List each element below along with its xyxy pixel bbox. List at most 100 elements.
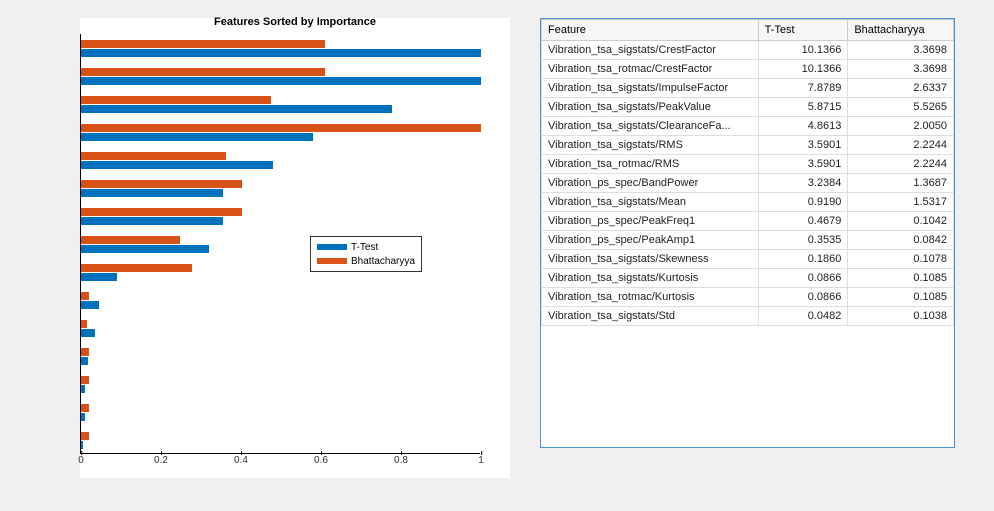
bar-ttest [81,273,117,281]
bar-ttest [81,329,95,337]
bar-bhatt [81,264,192,272]
cell-ttest: 3.2384 [758,174,848,193]
bar-ttest [81,301,99,309]
legend-label-ttest: T-Test [351,242,378,253]
table-row[interactable]: Vibration_tsa_sigstats/ClearanceFa...4.8… [542,117,954,136]
x-axis-ticks: 00.20.40.60.81 [81,455,480,469]
bar-ttest [81,245,209,253]
x-tick-label: 0.4 [234,455,248,466]
cell-feature: Vibration_tsa_sigstats/ClearanceFa... [542,117,759,136]
table-row[interactable]: Vibration_ps_spec/BandPower3.23841.3687 [542,174,954,193]
chart-legend: T-Test Bhattacharyya [310,236,422,272]
cell-ttest: 0.0866 [758,269,848,288]
table-row[interactable]: Vibration_ps_spec/PeakFreq10.46790.1042 [542,212,954,231]
cell-ttest: 0.3535 [758,231,848,250]
table-row[interactable]: Vibration_tsa_sigstats/Mean0.91901.5317 [542,193,954,212]
bar-ttest [81,385,85,393]
bar-bhatt [81,376,89,384]
cell-bhatt: 1.5317 [848,193,954,212]
bar-bhatt [81,96,271,104]
col-header-feature[interactable]: Feature [542,20,759,41]
bar-bhatt [81,124,481,132]
cell-ttest: 10.1366 [758,60,848,79]
cell-bhatt: 0.1038 [848,307,954,326]
x-tick-label: 0.8 [394,455,408,466]
cell-ttest: 0.1860 [758,250,848,269]
cell-bhatt: 0.0842 [848,231,954,250]
x-tick-label: 0 [78,455,84,466]
x-tick-label: 1 [478,455,484,466]
cell-ttest: 0.9190 [758,193,848,212]
bar-ttest [81,217,223,225]
cell-ttest: 3.5901 [758,136,848,155]
cell-bhatt: 0.1085 [848,269,954,288]
table-row[interactable]: Vibration_tsa_sigstats/Std0.04820.1038 [542,307,954,326]
table-row[interactable]: Vibration_tsa_sigstats/Skewness0.18600.1… [542,250,954,269]
bar-bhatt [81,236,180,244]
chart-panel: Features Sorted by Importance 00.20.40.6… [80,18,510,478]
cell-bhatt: 3.3698 [848,60,954,79]
col-header-bhatt[interactable]: Bhattacharyya [848,20,954,41]
cell-bhatt: 2.2244 [848,155,954,174]
cell-ttest: 0.0482 [758,307,848,326]
legend-label-bhatt: Bhattacharyya [351,256,415,267]
cell-feature: Vibration_tsa_sigstats/Skewness [542,250,759,269]
bar-bhatt [81,404,89,412]
cell-feature: Vibration_tsa_sigstats/ImpulseFactor [542,79,759,98]
cell-ttest: 3.5901 [758,155,848,174]
cell-feature: Vibration_tsa_sigstats/RMS [542,136,759,155]
cell-feature: Vibration_ps_spec/PeakAmp1 [542,231,759,250]
cell-bhatt: 2.6337 [848,79,954,98]
cell-feature: Vibration_tsa_sigstats/Mean [542,193,759,212]
table-row[interactable]: Vibration_tsa_sigstats/ImpulseFactor7.87… [542,79,954,98]
cell-ttest: 0.4679 [758,212,848,231]
cell-bhatt: 0.1085 [848,288,954,307]
cell-ttest: 7.8789 [758,79,848,98]
cell-ttest: 5.8715 [758,98,848,117]
cell-feature: Vibration_tsa_sigstats/Std [542,307,759,326]
x-tick-label: 0.2 [154,455,168,466]
legend-swatch-bhatt [317,258,347,264]
cell-bhatt: 5.5265 [848,98,954,117]
cell-bhatt: 3.3698 [848,41,954,60]
bar-ttest [81,49,481,57]
cell-feature: Vibration_tsa_rotmac/CrestFactor [542,60,759,79]
cell-ttest: 10.1366 [758,41,848,60]
bar-bhatt [81,40,325,48]
bar-ttest [81,77,481,85]
cell-ttest: 4.8613 [758,117,848,136]
bar-bhatt [81,292,89,300]
table-row[interactable]: Vibration_ps_spec/PeakAmp10.35350.0842 [542,231,954,250]
table-row[interactable]: Vibration_tsa_sigstats/CrestFactor10.136… [542,41,954,60]
bar-bhatt [81,68,325,76]
cell-feature: Vibration_ps_spec/BandPower [542,174,759,193]
cell-bhatt: 0.1042 [848,212,954,231]
feature-table: Feature T-Test Bhattacharyya Vibration_t… [541,19,954,326]
bar-bhatt [81,180,242,188]
bar-bhatt [81,432,89,440]
table-row[interactable]: Vibration_tsa_rotmac/CrestFactor10.13663… [542,60,954,79]
cell-bhatt: 2.2244 [848,136,954,155]
cell-feature: Vibration_tsa_rotmac/Kurtosis [542,288,759,307]
legend-item-bhatt: Bhattacharyya [317,254,415,268]
cell-feature: Vibration_tsa_sigstats/PeakValue [542,98,759,117]
table-row[interactable]: Vibration_tsa_sigstats/Kurtosis0.08660.1… [542,269,954,288]
bar-ttest [81,413,85,421]
bar-ttest [81,161,273,169]
legend-item-ttest: T-Test [317,240,415,254]
bar-ttest [81,357,88,365]
table-row[interactable]: Vibration_tsa_sigstats/RMS3.59012.2244 [542,136,954,155]
cell-feature: Vibration_ps_spec/PeakFreq1 [542,212,759,231]
table-row[interactable]: Vibration_tsa_rotmac/RMS3.59012.2244 [542,155,954,174]
table-row[interactable]: Vibration_tsa_sigstats/PeakValue5.87155.… [542,98,954,117]
table-row[interactable]: Vibration_tsa_rotmac/Kurtosis0.08660.108… [542,288,954,307]
cell-bhatt: 0.1078 [848,250,954,269]
col-header-ttest[interactable]: T-Test [758,20,848,41]
bar-ttest [81,133,313,141]
bar-ttest [81,105,392,113]
bar-bhatt [81,152,226,160]
bar-bhatt [81,320,87,328]
bar-ttest [81,189,223,197]
cell-feature: Vibration_tsa_rotmac/RMS [542,155,759,174]
bar-bhatt [81,348,89,356]
